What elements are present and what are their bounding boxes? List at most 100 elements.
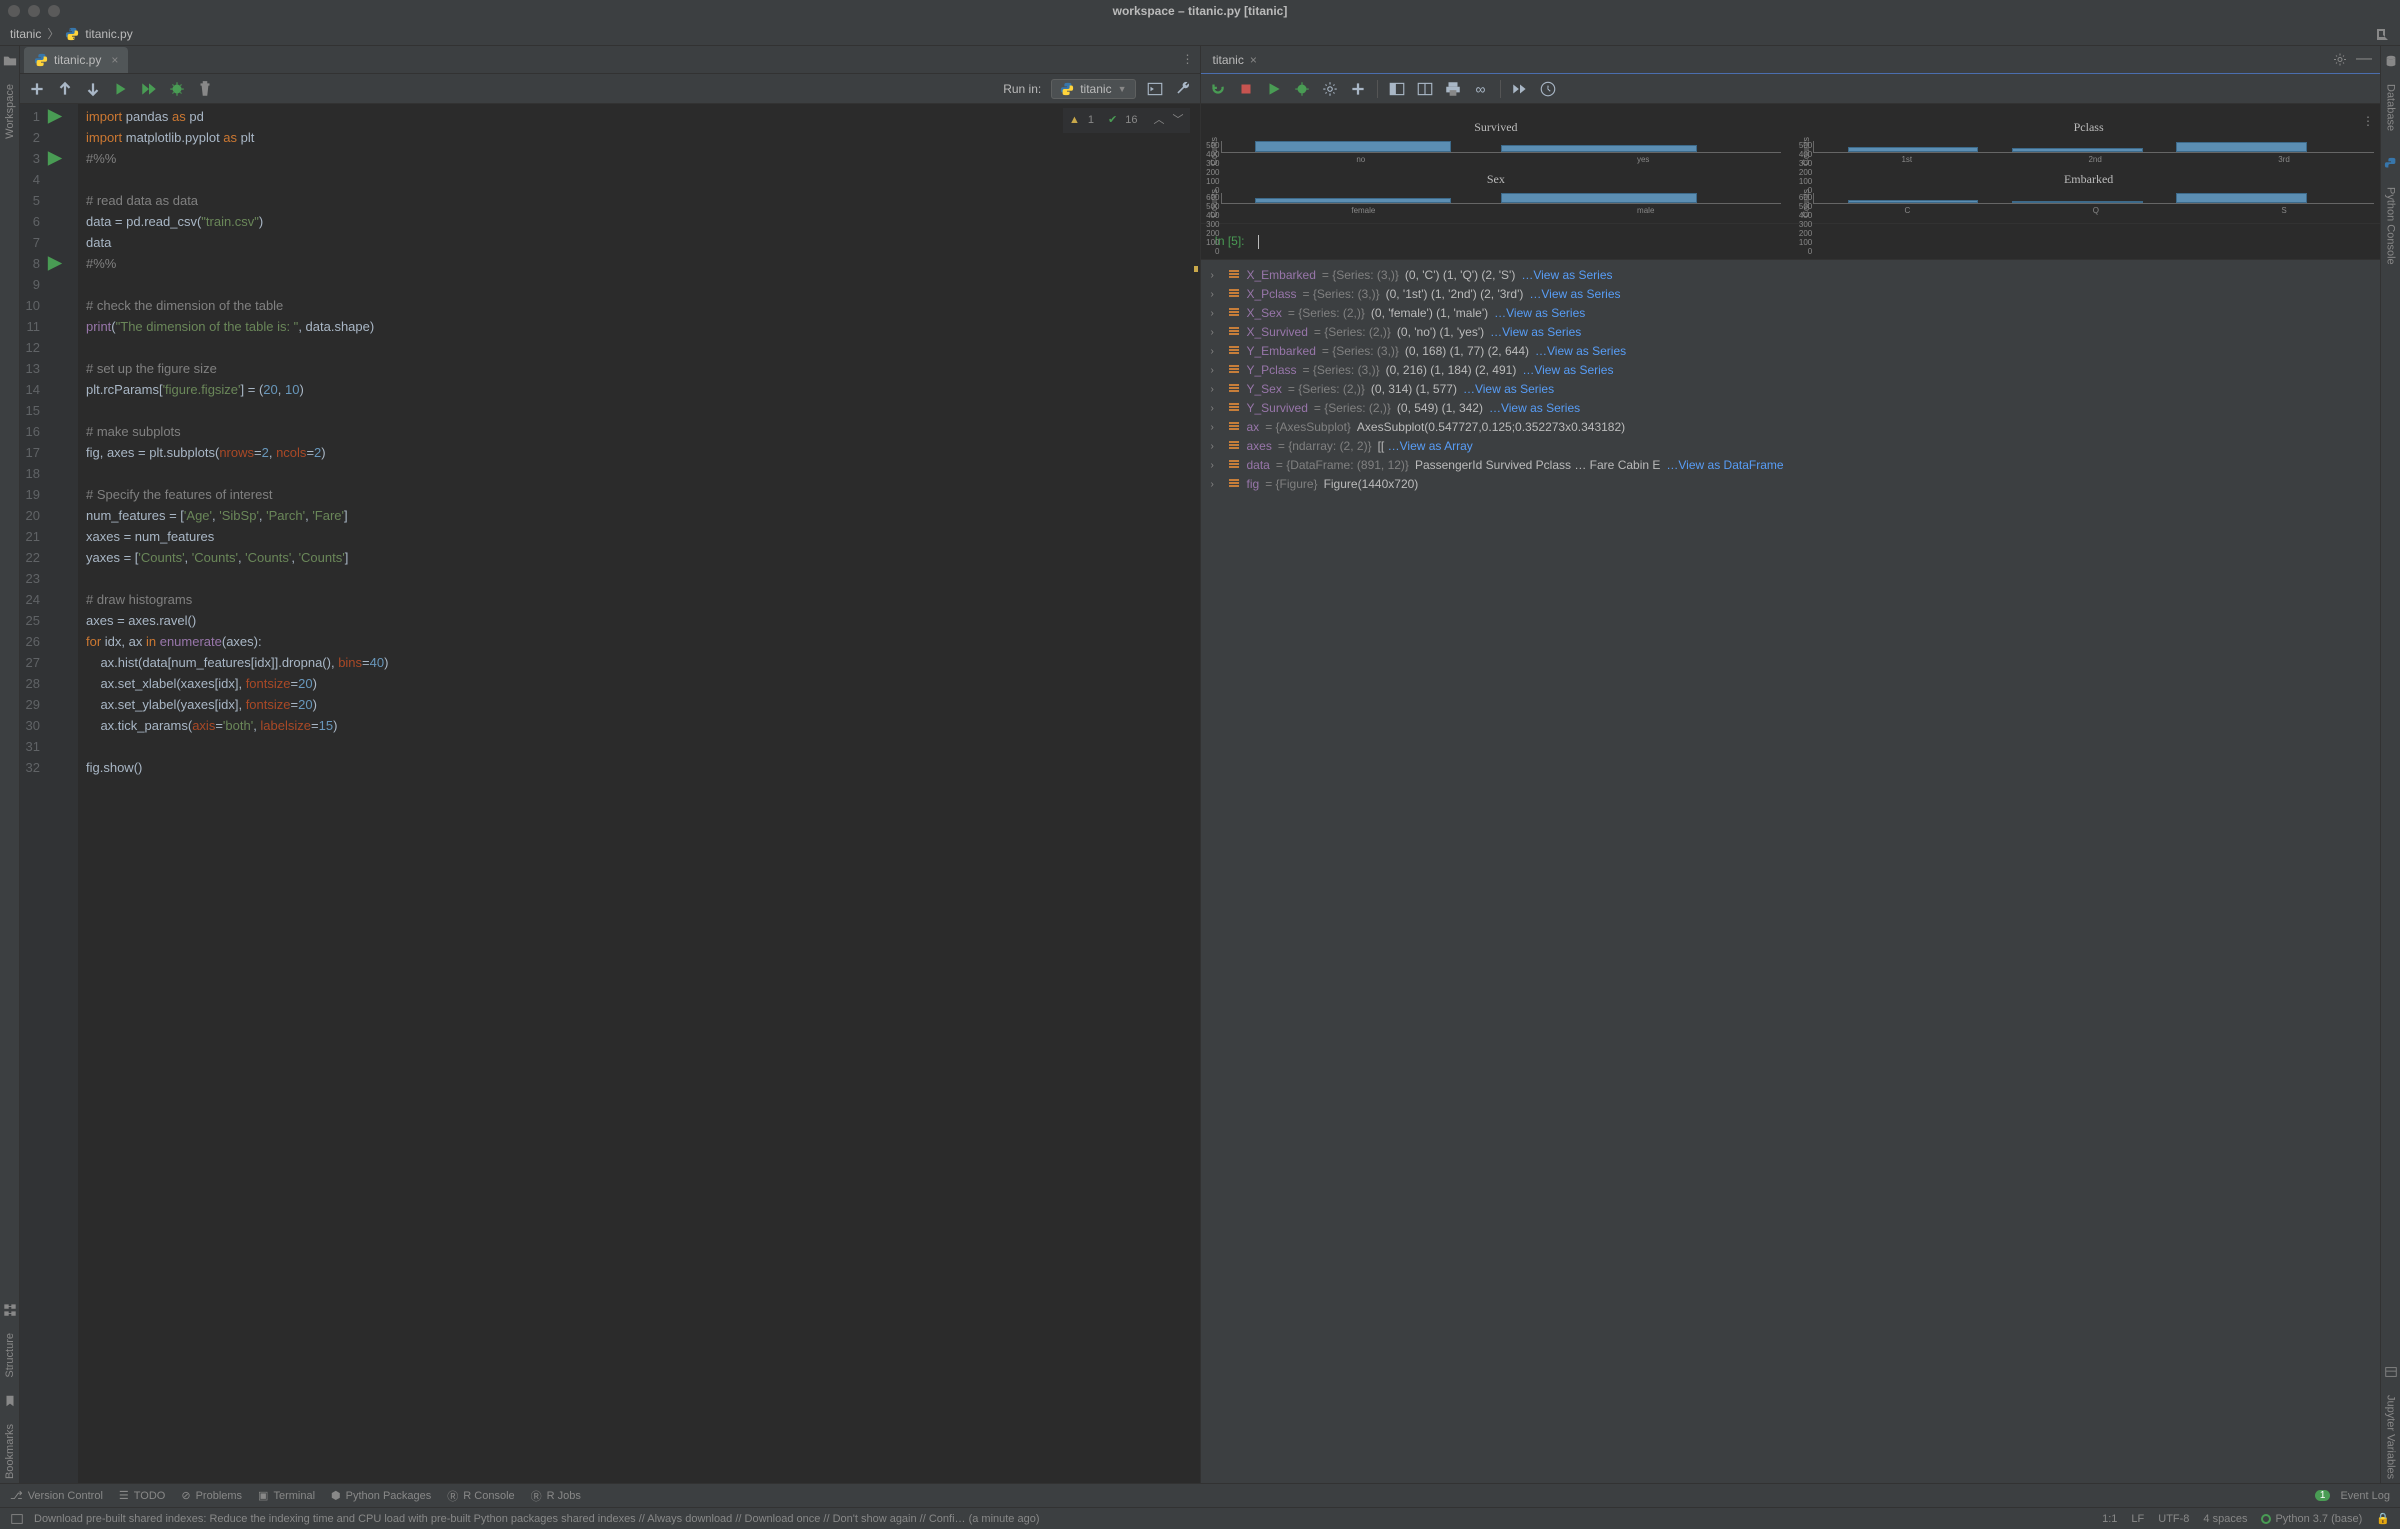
jupyter-variables-tab[interactable]: Jupyter Variables <box>2385 1391 2397 1483</box>
variable-icon <box>1227 381 1241 398</box>
close-tab-icon[interactable]: × <box>111 53 118 67</box>
variable-row[interactable]: › X_Embarked = {Series: (3,)} (0, 'C') (… <box>1201 266 2381 285</box>
layout-left-icon[interactable] <box>1388 80 1406 98</box>
layout-split-icon[interactable] <box>1416 80 1434 98</box>
tab-overflow-icon[interactable]: ⋮ <box>1182 52 1194 66</box>
stop-icon[interactable] <box>1237 80 1255 98</box>
chart-title: Embarked <box>1799 170 2378 189</box>
variable-value: AxesSubplot(0.547727,0.125;0.352273x0.34… <box>1357 420 1625 434</box>
view-as-link[interactable]: …View as Series <box>1463 382 1554 396</box>
variable-row[interactable]: › Y_Pclass = {Series: (3,)} (0, 216) (1,… <box>1201 361 2381 380</box>
status-message[interactable]: Download pre-built shared indexes: Reduc… <box>34 1513 2092 1525</box>
right-tool-strip: Database Python Console Jupyter Variable… <box>2380 46 2400 1483</box>
gear-icon[interactable] <box>2332 50 2348 69</box>
minimize-icon[interactable]: — <box>2356 50 2372 69</box>
event-log-tab[interactable]: Event Log <box>2340 1490 2390 1502</box>
view-as-link[interactable]: …View as Array <box>1388 439 1473 453</box>
variable-row[interactable]: › fig = {Figure} Figure(1440x720) <box>1201 475 2381 494</box>
python-console-icon <box>2384 157 2398 171</box>
line-column[interactable]: 1:1 <box>2102 1513 2117 1525</box>
variable-row[interactable]: › Y_Sex = {Series: (2,)} (0, 314) (1, 57… <box>1201 380 2381 399</box>
python-console-tab[interactable]: Python Console <box>2385 183 2397 269</box>
runin-select[interactable]: titanic ▼ <box>1051 79 1135 99</box>
variable-row[interactable]: › X_Sex = {Series: (2,)} (0, 'female') (… <box>1201 304 2381 323</box>
plot-menu-icon[interactable]: ⋮ <box>2362 114 2374 128</box>
debug-cell-icon[interactable] <box>168 80 186 98</box>
move-down-icon[interactable] <box>84 80 102 98</box>
todo-tab[interactable]: ☰TODO <box>119 1489 165 1502</box>
encoding[interactable]: UTF-8 <box>2158 1513 2189 1525</box>
restart-kernel-icon[interactable] <box>1209 80 1227 98</box>
infinity-icon[interactable]: ∞ <box>1472 80 1490 98</box>
interpreter-indicator[interactable]: Python 3.7 (base) <box>2261 1513 2362 1525</box>
breadcrumb-root[interactable]: titanic <box>10 27 41 41</box>
view-as-link[interactable]: …View as DataFrame <box>1666 458 1783 472</box>
variable-row[interactable]: › ax = {AxesSubplot} AxesSubplot(0.54772… <box>1201 418 2381 437</box>
database-icon <box>2384 54 2398 68</box>
variable-name: X_Pclass <box>1247 287 1297 301</box>
add-cell-icon[interactable] <box>28 80 46 98</box>
indent[interactable]: 4 spaces <box>2203 1513 2247 1525</box>
view-as-link[interactable]: …View as Series <box>1494 306 1585 320</box>
jupyter-tab-titanic[interactable]: titanic × <box>1201 49 1269 73</box>
debug-icon[interactable] <box>1293 80 1311 98</box>
python-packages-tab[interactable]: ⬢Python Packages <box>331 1489 431 1502</box>
variable-row[interactable]: › Y_Survived = {Series: (2,)} (0, 549) (… <box>1201 399 2381 418</box>
variable-name: fig <box>1247 477 1260 491</box>
fast-forward-icon[interactable] <box>1511 80 1529 98</box>
view-as-link[interactable]: …View as Series <box>1522 363 1613 377</box>
error-stripe-marker[interactable] <box>1194 266 1198 272</box>
editor-tab-titanic[interactable]: titanic.py × <box>24 47 128 73</box>
code-editor[interactable]: 1234567891011121314151617181920212223242… <box>20 104 1200 1483</box>
add-icon[interactable] <box>1349 80 1367 98</box>
gear-icon[interactable] <box>1321 80 1339 98</box>
database-tab[interactable]: Database <box>2385 80 2397 135</box>
variable-row[interactable]: › axes = {ndarray: (2, 2)} [[ …View as A… <box>1201 437 2381 456</box>
bookmarks-tab[interactable]: Bookmarks <box>4 1420 16 1483</box>
minimize-window-button[interactable] <box>28 5 40 17</box>
problems-tab[interactable]: ⊘Problems <box>181 1489 242 1502</box>
version-control-tab[interactable]: ⎇Version Control <box>10 1489 103 1502</box>
run-icon[interactable] <box>1265 80 1283 98</box>
variable-icon <box>1227 400 1241 417</box>
run-all-icon[interactable] <box>140 80 158 98</box>
view-as-link[interactable]: …View as Series <box>1490 325 1581 339</box>
run-cell-icon[interactable] <box>112 80 130 98</box>
pin-icon[interactable] <box>2374 26 2390 42</box>
zoom-window-button[interactable] <box>48 5 60 17</box>
variable-row[interactable]: › X_Pclass = {Series: (3,)} (0, '1st') (… <box>1201 285 2381 304</box>
wrench-icon[interactable] <box>1174 80 1192 98</box>
history-icon[interactable] <box>1539 80 1557 98</box>
workspace-tab[interactable]: Workspace <box>4 80 16 143</box>
variable-type: = {Series: (3,)} <box>1303 363 1380 377</box>
variables-panel[interactable]: › X_Embarked = {Series: (3,)} (0, 'C') (… <box>1201 259 2381 1483</box>
chevron-right-icon: › <box>1211 384 1221 395</box>
view-as-link[interactable]: …View as Series <box>1489 401 1580 415</box>
console-icon[interactable] <box>1146 80 1164 98</box>
bar <box>2012 201 2143 203</box>
tool-windows-icon[interactable] <box>10 1512 24 1526</box>
variable-row[interactable]: › X_Survived = {Series: (2,)} (0, 'no') … <box>1201 323 2381 342</box>
terminal-tab[interactable]: ▣Terminal <box>258 1489 315 1502</box>
move-up-icon[interactable] <box>56 80 74 98</box>
breadcrumb-file[interactable]: titanic.py <box>85 27 132 41</box>
variable-row[interactable]: › Y_Embarked = {Series: (3,)} (0, 168) (… <box>1201 342 2381 361</box>
breadcrumb[interactable]: titanic 〉 titanic.py <box>10 25 133 42</box>
structure-tab[interactable]: Structure <box>4 1329 16 1382</box>
r-console-tab[interactable]: ⓇR Console <box>447 1488 514 1504</box>
line-separator[interactable]: LF <box>2131 1513 2144 1525</box>
view-as-link[interactable]: …View as Series <box>1529 287 1620 301</box>
chevron-right-icon: › <box>1211 289 1221 300</box>
view-as-link[interactable]: …View as Series <box>1535 344 1626 358</box>
chevron-down-icon[interactable]: ﹀ <box>1173 110 1184 131</box>
variable-row[interactable]: › data = {DataFrame: (891, 12)} Passenge… <box>1201 456 2381 475</box>
close-tab-icon[interactable]: × <box>1250 53 1257 67</box>
close-window-button[interactable] <box>8 5 20 17</box>
print-icon[interactable] <box>1444 80 1462 98</box>
r-jobs-tab[interactable]: ⓇR Jobs <box>531 1488 581 1504</box>
view-as-link[interactable]: …View as Series <box>1521 268 1612 282</box>
chevron-up-icon[interactable]: ︿ <box>1154 110 1165 131</box>
delete-cell-icon[interactable] <box>196 80 214 98</box>
inspection-status[interactable]: ▲ 1 ✔ 16 ︿ ﹀ <box>1063 108 1189 133</box>
lock-icon[interactable]: 🔒 <box>2376 1512 2390 1525</box>
